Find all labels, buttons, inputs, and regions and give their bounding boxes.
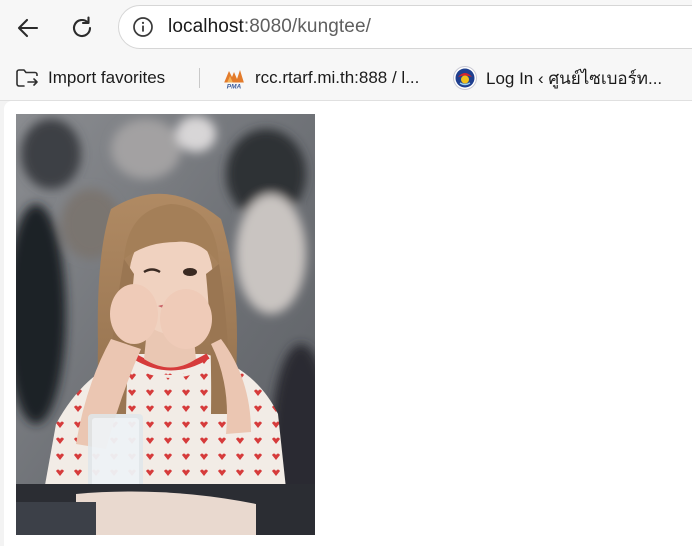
svg-text:PMA: PMA (227, 84, 242, 91)
pma-icon: PMA (221, 66, 247, 90)
favorite-import-favorites[interactable]: Import favorites (14, 62, 165, 94)
arrow-left-icon (17, 18, 39, 38)
address-bar[interactable]: localhost:8080/kungtee/ (118, 5, 692, 49)
favorite-cyber-center-login[interactable]: Log In ‹ ศูนย์ไซเบอร์ท... (452, 62, 662, 94)
site-info-button[interactable] (130, 14, 156, 40)
reload-icon (72, 16, 92, 37)
favorite-label: rcc.rtarf.mi.th:888 / l... (255, 68, 420, 87)
back-button[interactable] (8, 8, 48, 48)
favorite-rcc-phpmyadmin[interactable]: PMA rcc.rtarf.mi.th:888 / l... (221, 62, 419, 94)
cyber-center-logo-icon (452, 65, 478, 91)
browser-window: localhost:8080/kungtee/ Import favorites (0, 0, 692, 546)
url-host: localhost (168, 16, 244, 37)
import-favorites-icon (14, 66, 40, 90)
favorite-label: Log In ‹ ศูนย์ไซเบอร์ท... (486, 68, 663, 88)
favorites-divider (199, 68, 200, 88)
favorite-label: Import favorites (48, 68, 166, 87)
url-path: :8080/kungtee/ (243, 16, 372, 37)
url-text[interactable]: localhost:8080/kungtee/ (168, 16, 371, 38)
browser-toolbar: localhost:8080/kungtee/ (0, 0, 692, 56)
page-viewport (4, 101, 692, 546)
portrait-photo (16, 114, 315, 535)
reload-button[interactable] (62, 8, 102, 48)
favorites-bar: Import favorites PMA rcc.rtarf.mi.th:888… (0, 56, 692, 101)
info-icon (133, 17, 153, 37)
